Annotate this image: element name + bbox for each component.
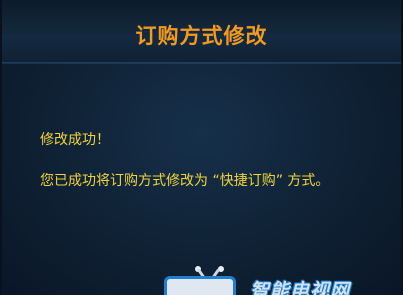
order-method-dialog: 订购方式修改 修改成功！ 您已成功将订购方式修改为 “快捷订购” 方式。 智能电… (0, 0, 403, 295)
success-message: 修改成功！ (40, 132, 110, 148)
tv-logo-icon (164, 276, 236, 295)
dialog-header: 订购方式修改 (2, 0, 401, 63)
watermark-text: 智能电视网 (250, 280, 351, 295)
detail-message: 您已成功将订购方式修改为 “快捷订购” 方式。 (40, 173, 330, 189)
watermark: 智能电视网 (164, 266, 364, 295)
dialog-title: 订购方式修改 (135, 24, 268, 48)
